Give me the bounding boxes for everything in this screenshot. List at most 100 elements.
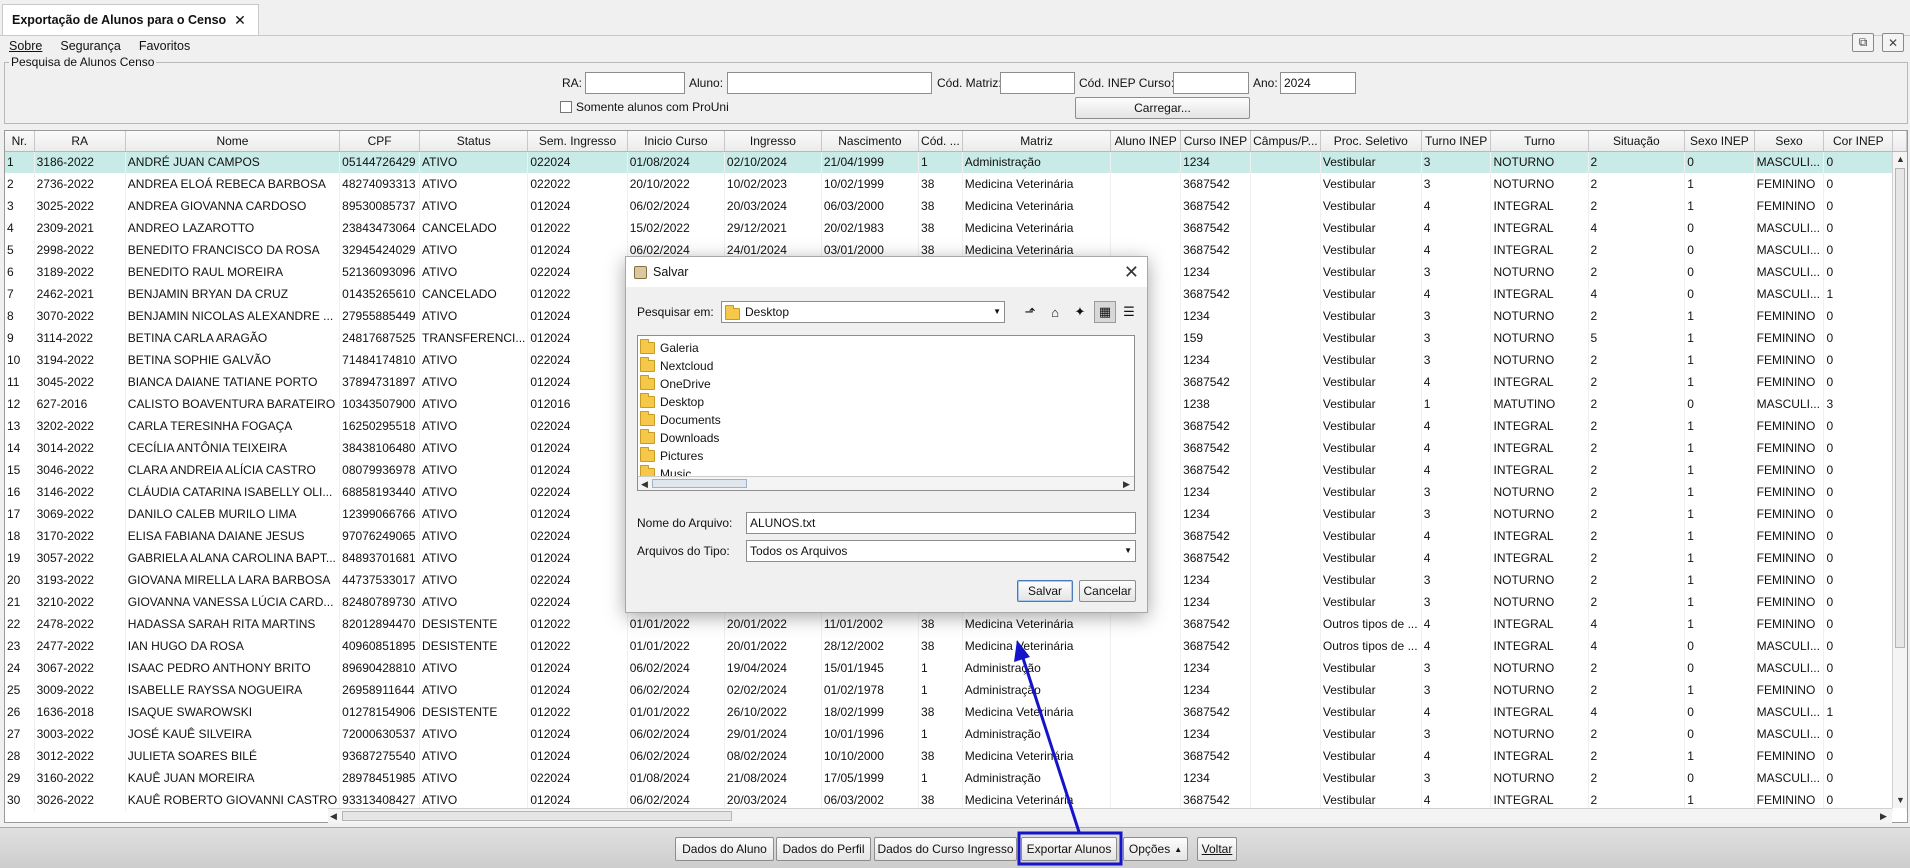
scroll-down-icon[interactable]: ▼	[1896, 795, 1905, 805]
menu-favoritos[interactable]: Favoritos	[130, 36, 199, 56]
file-list[interactable]: Galeria Nextcloud OneDrive Desktop Documents…	[637, 335, 1135, 491]
column-header[interactable]: Sexo INEP	[1684, 131, 1755, 152]
table-cell	[1250, 481, 1321, 503]
cancel-button[interactable]: Cancelar	[1079, 580, 1136, 602]
table-row[interactable]: 28 3012-2022 JULIETA SOARES BILÉ 9368727554…	[5, 745, 1907, 767]
column-header[interactable]: Cor INEP	[1823, 131, 1894, 152]
look-in-select[interactable]: Desktop ▼	[721, 301, 1005, 323]
file-list-scrollbar[interactable]: ◀ ▶	[638, 476, 1134, 490]
table-row[interactable]: 25 3009-2022 ISABELLE RAYSSA NOGUEIRA 26958…	[5, 679, 1907, 701]
table-cell: 3	[1421, 657, 1492, 679]
matriz-input[interactable]	[1000, 72, 1075, 94]
up-folder-icon[interactable]: ⬏	[1019, 301, 1041, 323]
column-header[interactable]: Curso INEP	[1180, 131, 1251, 152]
table-cell: BENEDITO RAUL MOREIRA	[125, 261, 341, 283]
table-cell: 2	[1588, 305, 1686, 327]
detach-window-icon[interactable]: ⧉	[1852, 33, 1874, 52]
scroll-up-icon[interactable]: ▲	[1896, 154, 1905, 164]
table-row[interactable]: 27 3003-2022 JOSÉ KAUÊ SILVEIRA 72000630537…	[5, 723, 1907, 745]
column-header[interactable]: Situação	[1588, 131, 1686, 152]
column-header[interactable]: Aluno INEP	[1110, 131, 1182, 152]
dados-aluno-button[interactable]: Dados do Aluno	[675, 837, 774, 861]
scroll-right-icon[interactable]: ▶	[1880, 811, 1887, 822]
table-row[interactable]: 24 3067-2022 ISAAC PEDRO ANTHONY BRITO 8969…	[5, 657, 1907, 679]
folder-icon	[640, 393, 655, 408]
menu-sobre[interactable]: Sobre	[0, 36, 51, 56]
home-icon[interactable]: ⌂	[1044, 301, 1066, 323]
ra-input[interactable]	[585, 72, 685, 94]
scroll-left-icon[interactable]: ◀	[330, 811, 337, 822]
table-row[interactable]: 29 3160-2022 KAUÊ JUAN MOREIRA 28978451985 A…	[5, 767, 1907, 789]
column-header[interactable]: RA	[34, 131, 126, 152]
table-cell: 3	[1421, 481, 1492, 503]
close-window-icon[interactable]: ✕	[1882, 33, 1904, 52]
file-list-scroll-thumb[interactable]	[652, 479, 747, 488]
dialog-close-icon[interactable]: ✕	[1124, 262, 1139, 283]
exportar-alunos-button[interactable]: Exportar Alunos	[1021, 837, 1117, 861]
column-header[interactable]: Câmpus/P...	[1250, 131, 1321, 152]
column-header[interactable]	[1892, 131, 1907, 152]
column-header[interactable]: Status	[419, 131, 529, 152]
table-row[interactable]: 4 2309-2021 ANDREO LAZAROTTO 23843473064 CAN…	[5, 217, 1907, 239]
vertical-scroll-thumb[interactable]	[1895, 168, 1905, 648]
details-view-icon[interactable]: ☰	[1118, 301, 1140, 323]
folder-item[interactable]: Documents	[640, 411, 721, 429]
column-header[interactable]: Inicio Curso	[627, 131, 725, 152]
column-header[interactable]: Nr.	[5, 131, 35, 152]
table-row[interactable]: 3 3025-2022 ANDREA GIOVANNA CARDOSO 8953008…	[5, 195, 1907, 217]
table-cell: HADASSA SARAH RITA MARTINS	[125, 613, 341, 635]
list-view-icon[interactable]: ▦	[1094, 301, 1116, 323]
table-cell: 28978451985	[339, 767, 421, 789]
horizontal-scrollbar[interactable]: ◀ ▶	[328, 808, 1892, 823]
vertical-scrollbar[interactable]: ▲ ▼	[1892, 152, 1907, 808]
filename-input[interactable]: ALUNOS.txt	[746, 512, 1136, 534]
folder-item[interactable]: Desktop	[640, 393, 704, 411]
column-header[interactable]: Sem. Ingresso	[527, 131, 628, 152]
tab-close-icon[interactable]: ✕	[234, 12, 246, 29]
table-cell: 3057-2022	[34, 547, 126, 569]
carregar-button[interactable]: Carregar...	[1075, 97, 1250, 119]
folder-item[interactable]: Nextcloud	[640, 357, 713, 375]
table-row[interactable]: 22 2478-2022 HADASSA SARAH RITA MARTINS 820…	[5, 613, 1907, 635]
table-row[interactable]: 1 3186-2022 ANDRÉ JUAN CAMPOS 05144726429 AT…	[5, 151, 1907, 173]
table-cell: 8	[5, 305, 35, 327]
column-header[interactable]: Sexo	[1754, 131, 1825, 152]
voltar-button[interactable]: Voltar	[1197, 837, 1237, 861]
opcoes-button[interactable]: Opções ▲	[1123, 837, 1188, 861]
folder-item[interactable]: OneDrive	[640, 375, 711, 393]
column-header[interactable]: Nascimento	[821, 131, 920, 152]
column-header[interactable]: Proc. Seletivo	[1320, 131, 1422, 152]
folder-item[interactable]: Downloads	[640, 429, 719, 447]
table-row[interactable]: 26 1636-2018 ISAQUE SWAROWSKI 01278154906 DE…	[5, 701, 1907, 723]
scroll-left-icon[interactable]: ◀	[641, 479, 648, 490]
column-header[interactable]: Ingresso	[724, 131, 822, 152]
save-button[interactable]: Salvar	[1017, 580, 1073, 602]
column-header[interactable]: Nome	[125, 131, 341, 152]
folder-item[interactable]: Galeria	[640, 339, 699, 357]
filetype-select[interactable]: Todos os Arquivos ▼	[746, 540, 1136, 562]
folder-item[interactable]: Pictures	[640, 447, 703, 465]
menu-seguranca[interactable]: Segurança	[51, 36, 129, 56]
ano-input[interactable]: 2024	[1280, 72, 1356, 94]
dados-perfil-button[interactable]: Dados do Perfil	[776, 837, 871, 861]
column-header[interactable]: CPF	[339, 131, 421, 152]
scroll-right-icon[interactable]: ▶	[1123, 479, 1130, 490]
table-row[interactable]: 2 2736-2022 ANDREA ELOÁ REBECA BARBOSA 4827…	[5, 173, 1907, 195]
table-cell: 2477-2022	[34, 635, 126, 657]
column-header[interactable]: Turno	[1490, 131, 1589, 152]
aluno-input[interactable]	[727, 72, 932, 94]
table-cell: 3687542	[1180, 613, 1251, 635]
prouni-checkbox[interactable]	[560, 101, 572, 113]
table-cell: 1234	[1180, 569, 1251, 591]
inep-curso-input[interactable]	[1173, 72, 1249, 94]
horizontal-scroll-thumb[interactable]	[342, 811, 732, 821]
column-header[interactable]: Turno INEP	[1421, 131, 1492, 152]
column-header[interactable]: Cód. ...	[918, 131, 963, 152]
table-row[interactable]: 23 2477-2022 IAN HUGO DA ROSA 40960851895 DE…	[5, 635, 1907, 657]
table-cell: 10/10/2000	[821, 745, 920, 767]
table-cell: 012024	[527, 679, 628, 701]
new-folder-icon[interactable]: ✦	[1069, 301, 1091, 323]
tab-exportacao[interactable]: Exportação de Alunos para o Censo ✕	[2, 4, 259, 35]
dados-curso-button[interactable]: Dados do Curso Ingresso	[874, 837, 1017, 861]
column-header[interactable]: Matriz	[962, 131, 1112, 152]
